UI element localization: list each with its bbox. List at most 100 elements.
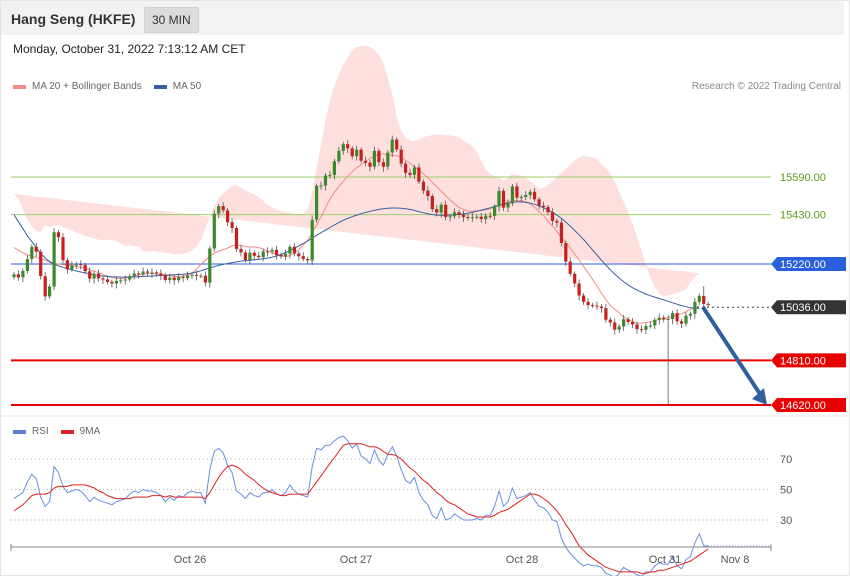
candle-body (70, 265, 74, 270)
candle-body (288, 246, 292, 254)
candle-body (493, 206, 497, 216)
candle-body (582, 295, 586, 302)
level-label-14620.00: 14620.00 (780, 400, 826, 412)
candle-body (599, 306, 603, 309)
candle-body (688, 313, 692, 316)
candle-body (123, 279, 127, 281)
candle-body (310, 219, 314, 261)
candle-body (97, 273, 101, 279)
x-tick-label: Oct 27 (340, 554, 372, 566)
candle-body (377, 150, 381, 163)
candle-body (266, 251, 270, 253)
candle-body (43, 276, 47, 297)
candle-body (524, 195, 528, 197)
candle-body (426, 190, 430, 196)
candle-body (631, 322, 635, 325)
candle-body (186, 275, 190, 279)
candle-body (421, 181, 425, 191)
candle-body (292, 246, 296, 254)
candle-body (350, 148, 354, 157)
candle-body (243, 252, 247, 260)
candle-body (337, 150, 341, 162)
candle-body (697, 295, 701, 302)
candle-body (515, 186, 519, 198)
candle-body (141, 271, 145, 275)
x-tick-label: Oct 31 (649, 554, 681, 566)
candle-body (297, 253, 301, 257)
candle-body (52, 232, 56, 287)
candle-body (466, 217, 470, 218)
candle-body (417, 167, 421, 182)
candle-body (684, 315, 688, 324)
level-label-14810.00: 14810.00 (780, 355, 826, 367)
level-label-15430.00: 15430.00 (780, 210, 826, 222)
candle-body (168, 277, 172, 280)
x-tick-label: Oct 28 (506, 554, 538, 566)
candle-body (648, 325, 652, 327)
candle-body (301, 256, 305, 259)
price-chart: 15590.00 15430.00 15220.00 15036.00 14810.00… (1, 45, 848, 576)
candle-body (666, 319, 670, 320)
candle-body (12, 274, 16, 278)
level-label-15590.00: 15590.00 (780, 172, 826, 184)
candle-body (110, 281, 114, 284)
bollinger-band (14, 45, 700, 297)
candle-body (306, 259, 310, 261)
candle-body (217, 206, 221, 214)
candle-body (542, 205, 546, 208)
candle-body (372, 150, 376, 167)
candle-body (590, 305, 595, 307)
candle-body (39, 251, 43, 277)
candle-body (270, 249, 274, 252)
candle-body (586, 301, 590, 306)
candle-body (154, 272, 158, 274)
candle-body (479, 216, 483, 220)
candle-body (34, 246, 38, 252)
candle-body (145, 271, 150, 273)
candle-body (595, 305, 599, 307)
candle-body (181, 277, 185, 279)
candle-body (412, 167, 417, 175)
candle-body (177, 277, 181, 281)
candle-body (675, 313, 679, 322)
candle-body (533, 191, 537, 200)
candle-body (622, 319, 626, 327)
candle-body (577, 283, 581, 296)
candle-body (359, 149, 363, 161)
candle-body (16, 274, 20, 278)
candle-body (657, 317, 661, 320)
candle-body (626, 319, 630, 322)
candle-body (319, 185, 323, 187)
candle-body (662, 317, 666, 320)
candle-body (448, 216, 452, 218)
candle-body (79, 264, 83, 266)
candle-body (332, 161, 336, 175)
candle-body (163, 275, 167, 280)
x-tick-label: Oct 26 (174, 554, 206, 566)
candle-body (101, 278, 105, 280)
candle-body (546, 207, 550, 213)
candle-body (48, 286, 52, 297)
candle-body (475, 216, 479, 218)
candle-body (604, 308, 608, 320)
level-label-15036.00: 15036.00 (780, 302, 826, 314)
rsi-level-label-30: 30 (780, 515, 792, 527)
candle-body (693, 301, 697, 314)
candle-body (92, 273, 96, 279)
candle-body (519, 197, 523, 198)
candle-body (221, 206, 225, 211)
candle-body (323, 175, 328, 186)
candle-body (613, 322, 617, 330)
candle-body (573, 273, 577, 284)
candle-body (653, 319, 657, 326)
candle-body (404, 163, 408, 173)
x-tick-label: Nov 8 (721, 554, 750, 566)
candle-body (328, 174, 332, 176)
candle-body (644, 326, 648, 330)
candle-body (261, 251, 265, 258)
forecast-arrow-line (701, 306, 764, 399)
candle-body (114, 280, 118, 284)
candle-body (444, 204, 448, 217)
candle-body (399, 149, 403, 164)
candle-body (65, 260, 69, 270)
